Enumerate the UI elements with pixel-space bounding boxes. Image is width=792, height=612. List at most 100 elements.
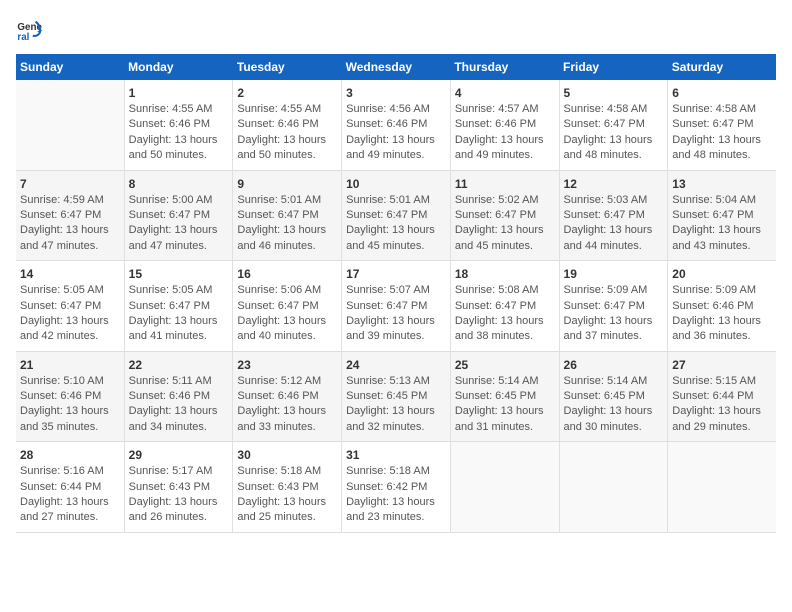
calendar-cell xyxy=(16,80,124,170)
day-number: 4 xyxy=(455,86,555,100)
weekday-header: Tuesday xyxy=(233,54,342,80)
day-info: Sunrise: 5:06 AM Sunset: 6:47 PM Dayligh… xyxy=(237,283,337,345)
calendar-cell: 23 Sunrise: 5:12 AM Sunset: 6:46 PM Dayli… xyxy=(233,351,342,442)
day-number: 10 xyxy=(346,177,446,191)
calendar-week-row: 1 Sunrise: 4:55 AM Sunset: 6:46 PM Daylig… xyxy=(16,80,776,170)
weekday-header: Sunday xyxy=(16,54,124,80)
day-info: Sunrise: 5:02 AM Sunset: 6:47 PM Dayligh… xyxy=(455,193,555,255)
day-info: Sunrise: 4:58 AM Sunset: 6:47 PM Dayligh… xyxy=(672,102,772,164)
calendar-cell: 25Sunrise: 5:14 AM Sunset: 6:45 PM Dayli… xyxy=(450,351,559,442)
calendar-table: SundayMondayTuesdayWednesdayThursdayFrid… xyxy=(16,54,776,533)
day-number: 23 xyxy=(237,358,337,372)
calendar-cell: 5 Sunrise: 4:58 AM Sunset: 6:47 PM Daylig… xyxy=(559,80,668,170)
calendar-cell: 10 Sunrise: 5:01 AM Sunset: 6:47 PM Dayli… xyxy=(342,170,451,261)
day-number: 19 xyxy=(564,267,664,281)
calendar-cell: 11Sunrise: 5:02 AM Sunset: 6:47 PM Dayli… xyxy=(450,170,559,261)
day-info: Sunrise: 5:01 AM Sunset: 6:47 PM Dayligh… xyxy=(237,193,337,255)
day-number: 22 xyxy=(129,358,229,372)
day-number: 29 xyxy=(129,448,229,462)
calendar-cell: 16 Sunrise: 5:06 AM Sunset: 6:47 PM Dayli… xyxy=(233,261,342,352)
day-number: 26 xyxy=(564,358,664,372)
calendar-header: SundayMondayTuesdayWednesdayThursdayFrid… xyxy=(16,54,776,80)
svg-text:ral: ral xyxy=(17,32,29,43)
calendar-body: 1 Sunrise: 4:55 AM Sunset: 6:46 PM Daylig… xyxy=(16,80,776,532)
calendar-cell: 19 Sunrise: 5:09 AM Sunset: 6:47 PM Dayli… xyxy=(559,261,668,352)
weekday-header: Friday xyxy=(559,54,668,80)
calendar-week-row: 28Sunrise: 5:16 AM Sunset: 6:44 PM Dayli… xyxy=(16,442,776,533)
calendar-cell: 31Sunrise: 5:18 AM Sunset: 6:42 PM Dayli… xyxy=(342,442,451,533)
calendar-cell: 21 Sunrise: 5:10 AM Sunset: 6:46 PM Dayli… xyxy=(16,351,124,442)
day-number: 5 xyxy=(564,86,664,100)
day-number: 13 xyxy=(672,177,772,191)
calendar-week-row: 7 Sunrise: 4:59 AM Sunset: 6:47 PM Daylig… xyxy=(16,170,776,261)
calendar-cell: 26Sunrise: 5:14 AM Sunset: 6:45 PM Dayli… xyxy=(559,351,668,442)
day-info: Sunrise: 5:09 AM Sunset: 6:47 PM Dayligh… xyxy=(564,283,664,345)
day-info: Sunrise: 4:56 AM Sunset: 6:46 PM Dayligh… xyxy=(346,102,446,164)
day-info: Sunrise: 5:07 AM Sunset: 6:47 PM Dayligh… xyxy=(346,283,446,345)
day-number: 2 xyxy=(237,86,337,100)
day-info: Sunrise: 5:17 AM Sunset: 6:43 PM Dayligh… xyxy=(129,464,229,526)
weekday-header: Thursday xyxy=(450,54,559,80)
day-info: Sunrise: 5:13 AM Sunset: 6:45 PM Dayligh… xyxy=(346,374,446,436)
calendar-cell: 1 Sunrise: 4:55 AM Sunset: 6:46 PM Daylig… xyxy=(124,80,233,170)
day-number: 18 xyxy=(455,267,555,281)
day-info: Sunrise: 5:00 AM Sunset: 6:47 PM Dayligh… xyxy=(129,193,229,255)
day-info: Sunrise: 4:57 AM Sunset: 6:46 PM Dayligh… xyxy=(455,102,555,164)
calendar-cell: 22 Sunrise: 5:11 AM Sunset: 6:46 PM Dayli… xyxy=(124,351,233,442)
day-info: Sunrise: 5:01 AM Sunset: 6:47 PM Dayligh… xyxy=(346,193,446,255)
calendar-cell: 6 Sunrise: 4:58 AM Sunset: 6:47 PM Daylig… xyxy=(668,80,776,170)
day-number: 27 xyxy=(672,358,772,372)
logo-icon: Gene ral xyxy=(16,16,44,44)
calendar-cell: 28Sunrise: 5:16 AM Sunset: 6:44 PM Dayli… xyxy=(16,442,124,533)
day-number: 17 xyxy=(346,267,446,281)
calendar-cell xyxy=(668,442,776,533)
calendar-cell: 20 Sunrise: 5:09 AM Sunset: 6:46 PM Dayli… xyxy=(668,261,776,352)
day-info: Sunrise: 5:09 AM Sunset: 6:46 PM Dayligh… xyxy=(672,283,772,345)
day-info: Sunrise: 5:10 AM Sunset: 6:46 PM Dayligh… xyxy=(20,374,120,436)
calendar-cell: 13Sunrise: 5:04 AM Sunset: 6:47 PM Dayli… xyxy=(668,170,776,261)
day-number: 9 xyxy=(237,177,337,191)
day-info: Sunrise: 5:12 AM Sunset: 6:46 PM Dayligh… xyxy=(237,374,337,436)
calendar-cell: 17 Sunrise: 5:07 AM Sunset: 6:47 PM Dayli… xyxy=(342,261,451,352)
day-number: 14 xyxy=(20,267,120,281)
day-info: Sunrise: 5:11 AM Sunset: 6:46 PM Dayligh… xyxy=(129,374,229,436)
day-number: 8 xyxy=(129,177,229,191)
day-number: 24 xyxy=(346,358,446,372)
calendar-cell xyxy=(559,442,668,533)
day-info: Sunrise: 5:15 AM Sunset: 6:44 PM Dayligh… xyxy=(672,374,772,436)
day-number: 12 xyxy=(564,177,664,191)
weekday-header: Wednesday xyxy=(342,54,451,80)
day-info: Sunrise: 5:16 AM Sunset: 6:44 PM Dayligh… xyxy=(20,464,120,526)
calendar-cell: 30 Sunrise: 5:18 AM Sunset: 6:43 PM Dayli… xyxy=(233,442,342,533)
day-number: 1 xyxy=(129,86,229,100)
calendar-cell: 4 Sunrise: 4:57 AM Sunset: 6:46 PM Daylig… xyxy=(450,80,559,170)
day-info: Sunrise: 5:18 AM Sunset: 6:43 PM Dayligh… xyxy=(237,464,337,526)
calendar-cell: 29 Sunrise: 5:17 AM Sunset: 6:43 PM Dayli… xyxy=(124,442,233,533)
day-number: 6 xyxy=(672,86,772,100)
day-info: Sunrise: 4:58 AM Sunset: 6:47 PM Dayligh… xyxy=(564,102,664,164)
day-number: 7 xyxy=(20,177,120,191)
logo: Gene ral xyxy=(16,16,48,44)
calendar-cell: 9 Sunrise: 5:01 AM Sunset: 6:47 PM Daylig… xyxy=(233,170,342,261)
day-number: 16 xyxy=(237,267,337,281)
day-info: Sunrise: 5:05 AM Sunset: 6:47 PM Dayligh… xyxy=(20,283,120,345)
day-number: 25 xyxy=(455,358,555,372)
calendar-cell: 27 Sunrise: 5:15 AM Sunset: 6:44 PM Dayli… xyxy=(668,351,776,442)
calendar-cell: 14 Sunrise: 5:05 AM Sunset: 6:47 PM Dayli… xyxy=(16,261,124,352)
calendar-week-row: 21 Sunrise: 5:10 AM Sunset: 6:46 PM Dayli… xyxy=(16,351,776,442)
calendar-cell: 12 Sunrise: 5:03 AM Sunset: 6:47 PM Dayli… xyxy=(559,170,668,261)
day-info: Sunrise: 4:59 AM Sunset: 6:47 PM Dayligh… xyxy=(20,193,120,255)
day-number: 20 xyxy=(672,267,772,281)
calendar-cell: 8 Sunrise: 5:00 AM Sunset: 6:47 PM Daylig… xyxy=(124,170,233,261)
calendar-cell: 2Sunrise: 4:55 AM Sunset: 6:46 PM Daylig… xyxy=(233,80,342,170)
day-info: Sunrise: 4:55 AM Sunset: 6:46 PM Dayligh… xyxy=(129,102,229,164)
day-info: Sunrise: 5:03 AM Sunset: 6:47 PM Dayligh… xyxy=(564,193,664,255)
day-number: 15 xyxy=(129,267,229,281)
calendar-cell: 18Sunrise: 5:08 AM Sunset: 6:47 PM Dayli… xyxy=(450,261,559,352)
calendar-cell xyxy=(450,442,559,533)
day-number: 21 xyxy=(20,358,120,372)
page-header: Gene ral xyxy=(16,16,776,44)
day-info: Sunrise: 5:18 AM Sunset: 6:42 PM Dayligh… xyxy=(346,464,446,526)
calendar-cell: 15Sunrise: 5:05 AM Sunset: 6:47 PM Dayli… xyxy=(124,261,233,352)
day-number: 30 xyxy=(237,448,337,462)
